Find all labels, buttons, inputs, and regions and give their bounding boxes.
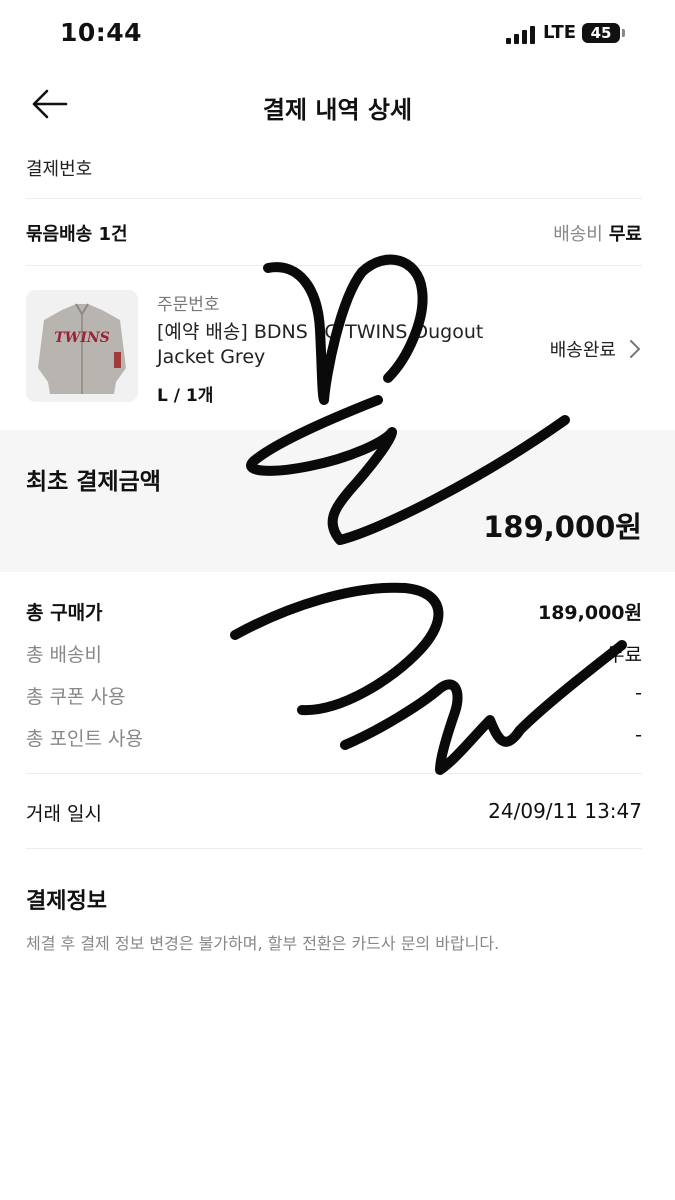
divider (26, 848, 642, 849)
transaction-label: 거래 일시 (26, 803, 102, 825)
jacket-image: TWINS (26, 290, 138, 402)
transaction-value: 24/09/11 13:47 (488, 799, 642, 823)
summary-label: 총 구매가 (26, 602, 103, 624)
transaction-row: 거래 일시 24/09/11 13:47 (26, 799, 642, 825)
summary-value: 189,000원 (537, 602, 642, 624)
product-name: [예약 배송] BDNS LG TWINS Dugout Jacket Grey (157, 321, 484, 368)
status-time: 10:44 (60, 18, 143, 47)
header: 결제 내역 상세 (0, 70, 675, 140)
initial-payment-label: 최초 결제금액 (26, 469, 161, 495)
summary-value: - (635, 724, 642, 746)
divider (26, 773, 642, 774)
divider (26, 265, 642, 266)
summary-label: 총 배송비 (26, 644, 102, 666)
summary-value: - (635, 682, 642, 704)
summary-label: 총 포인트 사용 (26, 728, 143, 750)
page-title: 결제 내역 상세 (262, 96, 413, 124)
summary-label: 총 쿠폰 사용 (26, 686, 126, 708)
product-item[interactable]: TWINS 주문번호 [예약 배송] BDNS LG TWINS Dugout … (26, 290, 642, 406)
payment-info-notice: 체결 후 결제 정보 변경은 불가하며, 할부 전환은 카드사 문의 바랍니다. (26, 934, 500, 953)
signal-icon (506, 26, 538, 44)
summary-row-shipping: 총 배송비 무료 (26, 640, 642, 666)
chevron-right-icon (630, 340, 640, 358)
network-label: LTE (543, 22, 577, 43)
status-bar: 10:44 LTE 45 (0, 0, 675, 68)
battery-icon: 45 (582, 23, 620, 43)
payment-number-label: 결제번호 (26, 159, 93, 180)
summary-value: 무료 (607, 644, 642, 666)
shipping-fee-value: 무료 (608, 224, 642, 245)
product-thumbnail: TWINS (26, 290, 138, 402)
bundle-shipping-row: 묶음배송 1건 배송비 무료 (26, 220, 642, 246)
divider (26, 198, 642, 199)
battery-tip (622, 29, 625, 37)
summary-row-purchase: 총 구매가 189,000원 (26, 598, 642, 624)
bundle-label: 묶음배송 1건 (26, 224, 128, 245)
order-number: 주문번호 (157, 295, 220, 315)
payment-info-title: 결제정보 (26, 889, 107, 914)
thumbnail-logo: TWINS (54, 330, 110, 346)
shipping-fee-label: 배송비 (553, 224, 603, 245)
summary-row-points: 총 포인트 사용 - (26, 724, 642, 750)
delivery-status: 배송완료 (549, 340, 616, 361)
initial-payment-box: 최초 결제금액 189,000원 (0, 430, 675, 572)
summary-row-coupon: 총 쿠폰 사용 - (26, 682, 642, 708)
product-option: L / 1개 (157, 386, 214, 406)
shipping-fee: 배송비 무료 (553, 220, 642, 246)
initial-payment-amount: 189,000원 (483, 510, 642, 544)
